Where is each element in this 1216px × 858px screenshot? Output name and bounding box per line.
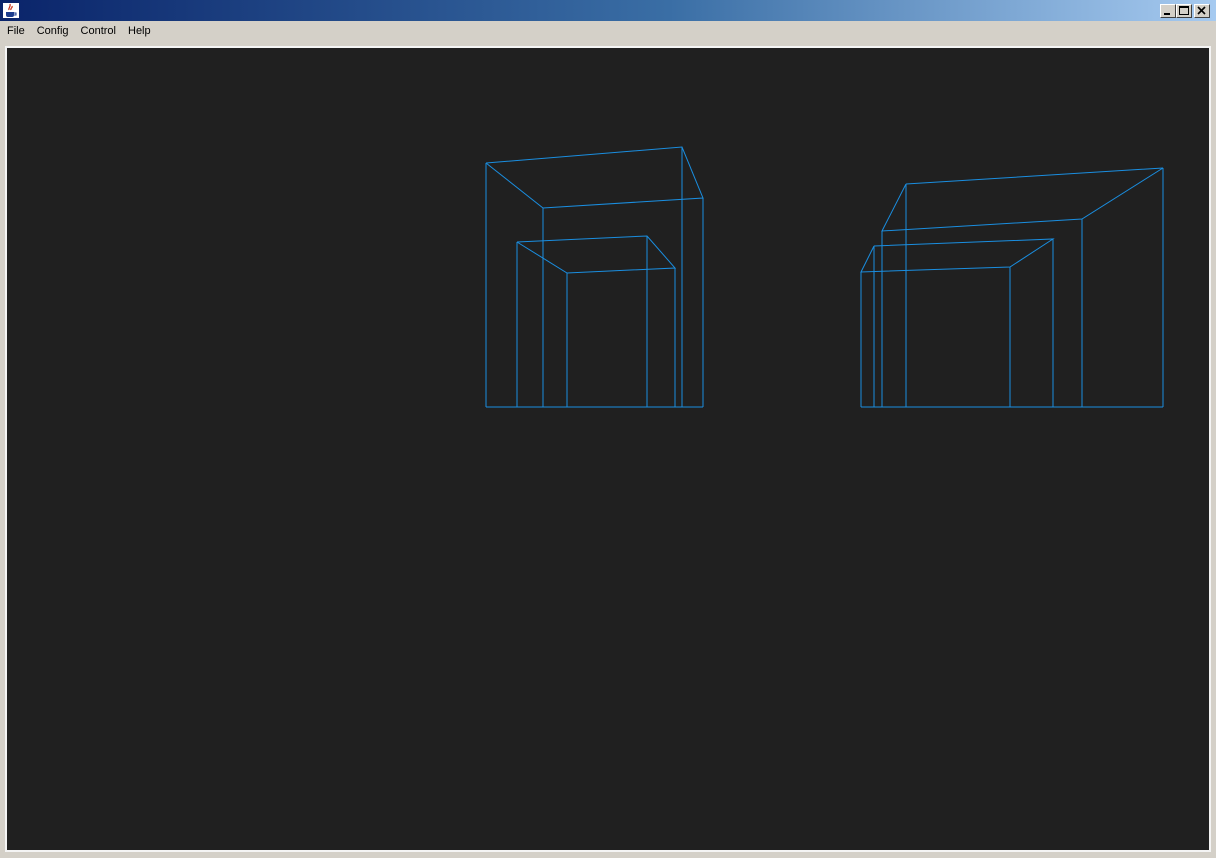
menu-bar: File Config Control Help — [0, 21, 1216, 41]
3d-viewport[interactable] — [5, 46, 1211, 852]
menu-control[interactable]: Control — [75, 22, 122, 40]
minimize-icon — [1164, 13, 1170, 15]
wireframe-scene — [485, 146, 1164, 408]
title-bar[interactable] — [0, 0, 1216, 21]
maximize-button[interactable] — [1176, 4, 1192, 18]
menu-config[interactable]: Config — [31, 22, 75, 40]
wireframe-box-right-outer — [881, 167, 1164, 407]
maximize-icon — [1179, 6, 1189, 15]
wireframe-box-left-inner — [516, 235, 677, 407]
application-window: File Config Control Help — [0, 0, 1216, 858]
wireframe-box-right-inner — [860, 238, 1055, 407]
minimize-button[interactable] — [1160, 4, 1176, 18]
menu-help[interactable]: Help — [122, 22, 157, 40]
close-icon — [1197, 6, 1206, 15]
close-button[interactable] — [1194, 4, 1210, 18]
wireframe-box-left-outer — [485, 146, 704, 407]
menu-file[interactable]: File — [0, 22, 31, 40]
java-cup-icon[interactable] — [3, 3, 19, 18]
